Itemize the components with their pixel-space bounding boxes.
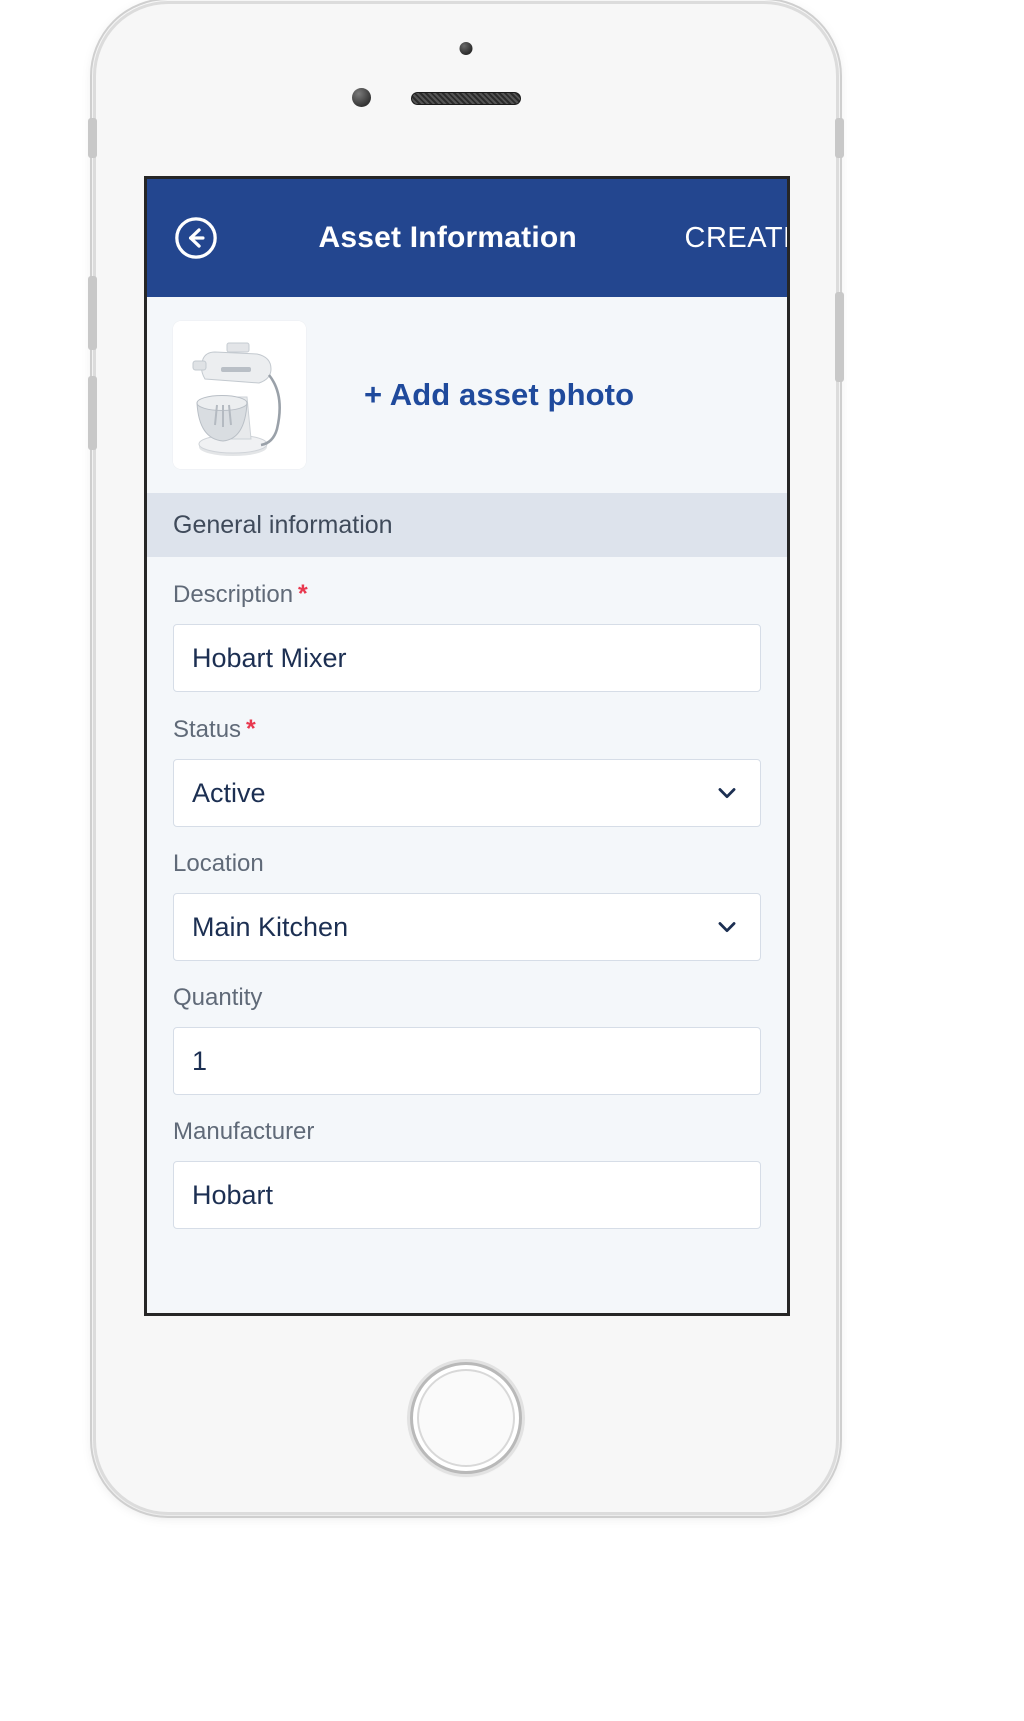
stand-mixer-photo-icon [173, 321, 306, 469]
location-select[interactable]: Main Kitchen [173, 893, 761, 961]
app-bar: Asset Information CREATE [147, 179, 787, 297]
proximity-sensor-icon [352, 88, 371, 107]
front-camera-icon [459, 42, 473, 55]
field-group-quantity: Quantity 1 [173, 961, 761, 1095]
field-group-location: Location Main Kitchen [173, 827, 761, 961]
description-input[interactable]: Hobart Mixer [173, 624, 761, 692]
label-status-text: Status [173, 716, 242, 743]
field-group-status: Status * Active [173, 692, 761, 827]
label-description: Description * [173, 579, 761, 610]
page-title: Asset Information [318, 221, 577, 254]
manufacturer-value: Hobart [192, 1179, 274, 1210]
home-button[interactable] [410, 1362, 522, 1474]
chevron-down-icon [718, 922, 736, 933]
volume-up-button[interactable] [88, 276, 97, 350]
label-status: Status * [173, 714, 761, 745]
section-header-general-information: General information [147, 493, 787, 557]
phone-device-frame: Asset Information CREATE [88, 0, 844, 1518]
quantity-value: 1 [192, 1045, 208, 1076]
mute-switch-button[interactable] [88, 118, 97, 158]
quantity-input[interactable]: 1 [173, 1027, 761, 1095]
location-value: Main Kitchen [192, 911, 349, 942]
label-description-text: Description [173, 581, 294, 608]
description-value: Hobart Mixer [192, 642, 347, 673]
manufacturer-input[interactable]: Hobart [173, 1161, 761, 1229]
section-header-label: General information [173, 510, 393, 539]
status-value: Active [192, 777, 266, 808]
chevron-down-icon [718, 788, 736, 799]
create-button[interactable]: CREATE [685, 222, 787, 255]
field-group-manufacturer: Manufacturer Hobart [173, 1095, 761, 1229]
label-quantity: Quantity [173, 984, 263, 1011]
volume-down-button[interactable] [88, 376, 97, 450]
required-marker-status: * [246, 715, 256, 743]
power-button[interactable] [835, 118, 844, 158]
status-select[interactable]: Active [173, 759, 761, 827]
sim-tray-button[interactable] [835, 292, 844, 382]
earpiece-speaker-icon [411, 92, 521, 105]
label-manufacturer: Manufacturer [173, 1118, 315, 1145]
field-group-description: Description * Hobart Mixer [173, 557, 761, 692]
general-information-form: Description * Hobart Mixer Status * Active… [147, 557, 787, 1229]
add-asset-photo-button[interactable]: + Add asset photo [364, 377, 634, 413]
label-location: Location [173, 850, 264, 877]
required-marker-description: * [298, 580, 308, 608]
asset-photo-thumbnail[interactable] [173, 321, 306, 469]
asset-photo-row: + Add asset photo [147, 297, 787, 493]
phone-screen: Asset Information CREATE [144, 176, 790, 1316]
